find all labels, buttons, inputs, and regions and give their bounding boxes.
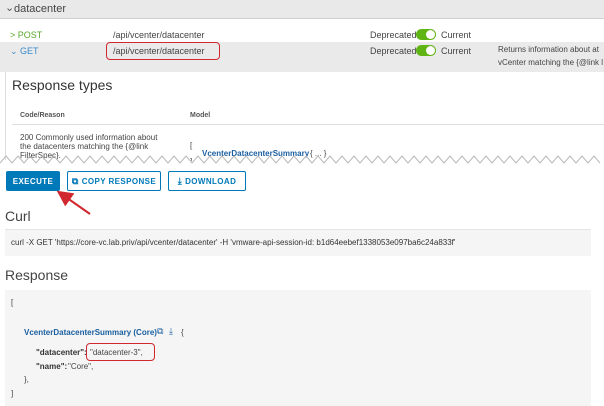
execute-button[interactable]: EXECUTE: [6, 171, 60, 191]
deprecated-toggle[interactable]: [416, 45, 436, 56]
json-open-bracket: [: [11, 298, 14, 307]
json-open-brace: {: [181, 328, 184, 337]
endpoint-path: /api/vcenter/datacenter: [113, 30, 205, 40]
col-header-model: Model: [190, 112, 211, 119]
download-icon: ⤓: [177, 175, 183, 186]
download-icon[interactable]: ⤓: [169, 326, 173, 337]
endpoint-description: vCenter matching the {@link l: [498, 58, 604, 67]
arrow-to-execute: [56, 190, 91, 215]
deprecated-label: Deprecated: [370, 46, 417, 56]
col-header-code: Code/Reason: [20, 112, 65, 119]
response-title: Response: [5, 267, 69, 283]
endpoint-row-get[interactable]: ⌄ GET /api/vcenter/datacenter Deprecated…: [0, 42, 604, 72]
curl-command[interactable]: curl -X GET 'https://core-vc.lab.priv/ap…: [11, 238, 455, 247]
table-divider: [12, 124, 604, 125]
response-types-title: Response types: [12, 77, 113, 93]
endpoint-description: Returns information about at: [498, 45, 599, 54]
section-header-datacenter[interactable]: ⌄ datacenter: [0, 0, 604, 19]
json-close-brace: },: [24, 375, 29, 384]
deprecated-toggle[interactable]: [416, 29, 436, 40]
copy-icon: ⧉: [71, 175, 79, 186]
copy-icon[interactable]: ⧉: [157, 326, 163, 337]
section-label: datacenter: [14, 3, 66, 15]
json-key-name: "name":: [36, 362, 68, 371]
torn-divider: [0, 155, 604, 168]
download-button[interactable]: ⤓ DOWNLOAD: [168, 171, 246, 191]
method-get: ⌄ GET: [10, 46, 39, 56]
endpoint-row-post[interactable]: > POST /api/vcenter/datacenter Deprecate…: [0, 27, 604, 42]
method-post: > POST: [10, 30, 43, 40]
json-value-name: "Core",: [68, 362, 94, 371]
annotation-box-datacenter: [86, 343, 155, 361]
copy-response-button[interactable]: ⧉ COPY RESPONSE: [67, 171, 161, 191]
current-label: Current: [441, 30, 472, 40]
chevron-down-icon: ⌄: [5, 2, 15, 14]
json-close-bracket: ]: [11, 389, 14, 398]
annotation-box-path: [106, 42, 220, 60]
deprecated-label: Deprecated: [370, 30, 417, 40]
model-bracket: [: [190, 141, 193, 150]
current-label: Current: [441, 46, 472, 56]
json-key-datacenter: "datacenter":: [36, 348, 87, 357]
response-type-link[interactable]: VcenterDatacenterSummary (Core): [24, 328, 157, 337]
curl-title: Curl: [5, 208, 31, 224]
